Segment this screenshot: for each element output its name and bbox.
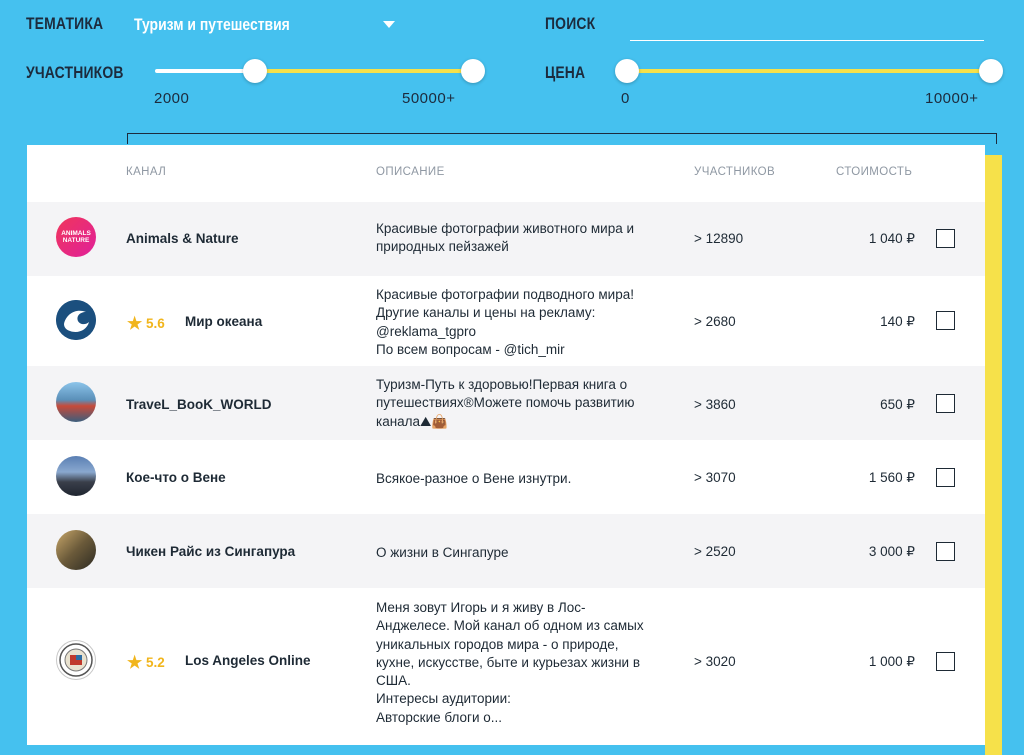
description-line: Меня зовут Игорь и я живу в Лос- [376,600,586,615]
price-min-handle[interactable] [615,59,639,83]
table-row[interactable]: ★ 5.2 Los Angeles Online Меня зовут Игор… [27,588,985,738]
table-row[interactable]: Кое-что о Вене Всякое-разное о Вене изну… [27,440,985,514]
channel-avatar [56,300,96,340]
description-line: По всем вопросам - @tich_mir [376,341,565,357]
wave-icon [56,300,96,340]
members-min-handle[interactable] [243,59,267,83]
price: 1 000 ₽ [868,654,915,669]
members-count: > 2680 [694,314,736,329]
price-min-value: 0 [621,90,630,107]
members-min-value: 2000 [154,90,190,107]
star-icon: ★ [127,653,143,672]
select-checkbox[interactable] [936,468,955,487]
channel-name[interactable]: Мир океана [185,314,262,329]
search-underline [630,40,984,41]
members-max-value: 50000+ [402,90,456,107]
members-label: УЧАСТНИКОВ [26,63,124,82]
price-label: ЦЕНА [545,63,586,82]
select-checkbox[interactable] [936,229,955,248]
select-checkbox[interactable] [936,652,955,671]
description-line: Красивые фотографии подводного мира! [376,287,634,302]
price-slider-range[interactable] [627,69,991,73]
rating-value: 5.2 [146,655,165,670]
price-max-value: 10000+ [925,90,979,107]
chevron-down-icon[interactable] [383,21,395,28]
channel-name[interactable]: Animals & Nature [126,231,239,246]
channel-description: Туризм-Путь к здоровью!Первая книга о пу… [376,376,676,431]
star-icon: ★ [127,314,143,333]
topic-label: ТЕМАТИКА [26,14,104,33]
members-slider-track-left [155,69,255,73]
channel-rating: ★ 5.6 [127,314,165,334]
description-line: Всякое-разное о Вене изнутри. [376,471,572,486]
channel-avatar [56,530,96,570]
members-slider-range[interactable] [255,69,473,73]
avatar-logo-text: ANIMALS NATURE [61,230,91,244]
description-line: природных пейзажей [376,239,509,255]
members-count: > 3020 [694,654,736,669]
channel-avatar [56,640,96,680]
members-count: > 12890 [694,231,744,246]
panel-frame [127,133,997,144]
description-line: @reklama_tgpro [376,323,476,339]
description-line: канала⛰👜 [376,413,449,429]
price: 1 040 ₽ [868,231,915,246]
price: 3 000 ₽ [868,544,915,559]
members-count: > 3860 [694,397,736,412]
select-checkbox[interactable] [936,394,955,413]
channel-rating: ★ 5.2 [127,653,165,673]
channel-name[interactable]: Кое-что о Вене [126,470,226,485]
rating-value: 5.6 [146,316,165,331]
header-price: СТОИМОСТЬ [836,166,913,178]
channel-description: Красивые фотографии животного мира и при… [376,220,676,257]
topic-select[interactable]: Туризм и путешествия [134,15,290,35]
select-checkbox[interactable] [936,542,955,561]
price: 140 ₽ [880,314,915,329]
header-channel: КАНАЛ [126,166,167,178]
channel-avatar: ANIMALS NATURE [56,217,96,257]
table-row[interactable]: ANIMALS NATURE Animals & Nature Красивые… [27,202,985,276]
description-line: Авторские блоги о... [376,709,503,725]
description-line: Интересы аудитории: [376,691,511,707]
header-members: УЧАСТНИКОВ [694,166,776,178]
channel-description: О жизни в Сингапуре [376,544,676,562]
members-count: > 3070 [694,470,736,485]
channel-avatar [56,382,96,422]
table-row[interactable]: ★ 5.6 Мир океана Красивые фотографии под… [27,276,985,366]
seal-icon [59,643,93,677]
channel-name[interactable]: TraveL_BooK_WORLD [126,397,272,412]
description-line: Другие каналы и цены на рекламу: [376,305,596,321]
channel-name[interactable]: Los Angeles Online [185,653,311,668]
price: 1 560 ₽ [868,470,915,485]
channel-table: КАНАЛ ОПИСАНИЕ УЧАСТНИКОВ СТОИМОСТЬ ANIM… [27,145,985,745]
header-description: ОПИСАНИЕ [376,166,445,178]
price-max-handle[interactable] [979,59,1003,83]
price: 650 ₽ [880,397,915,412]
search-input[interactable] [630,12,988,40]
select-checkbox[interactable] [936,311,955,330]
table-row[interactable]: TraveL_BooK_WORLD Туризм-Путь к здоровью… [27,366,985,440]
channel-description: Меня зовут Игорь и я живу в Лос- Анджеле… [376,599,676,727]
decorative-accent-bar [985,155,1002,755]
table-row[interactable]: Чикен Райс из Сингапура О жизни в Сингап… [27,514,985,588]
description-line: США. [376,673,411,689]
members-count: > 2520 [694,544,736,559]
channel-avatar [56,456,96,496]
search-label: ПОИСК [545,14,596,33]
description-line: Анджелесе. Мой канал об одном из самых [376,618,644,634]
channel-description: Красивые фотографии подводного мира! Дру… [376,286,676,359]
description-line: О жизни в Сингапуре [376,545,509,560]
description-line: путешествиях®Можете помочь развитию [376,395,635,411]
description-line: Красивые фотографии животного мира и [376,221,635,236]
channel-description: Всякое-разное о Вене изнутри. [376,470,676,488]
description-line: кухне, искусстве, быте и курьезах жизни … [376,654,640,670]
channel-name[interactable]: Чикен Райс из Сингапура [126,544,295,559]
members-max-handle[interactable] [461,59,485,83]
description-line: Туризм-Путь к здоровью!Первая книга о [376,377,628,392]
description-line: уникальных городов мира - о природе, [376,636,619,652]
